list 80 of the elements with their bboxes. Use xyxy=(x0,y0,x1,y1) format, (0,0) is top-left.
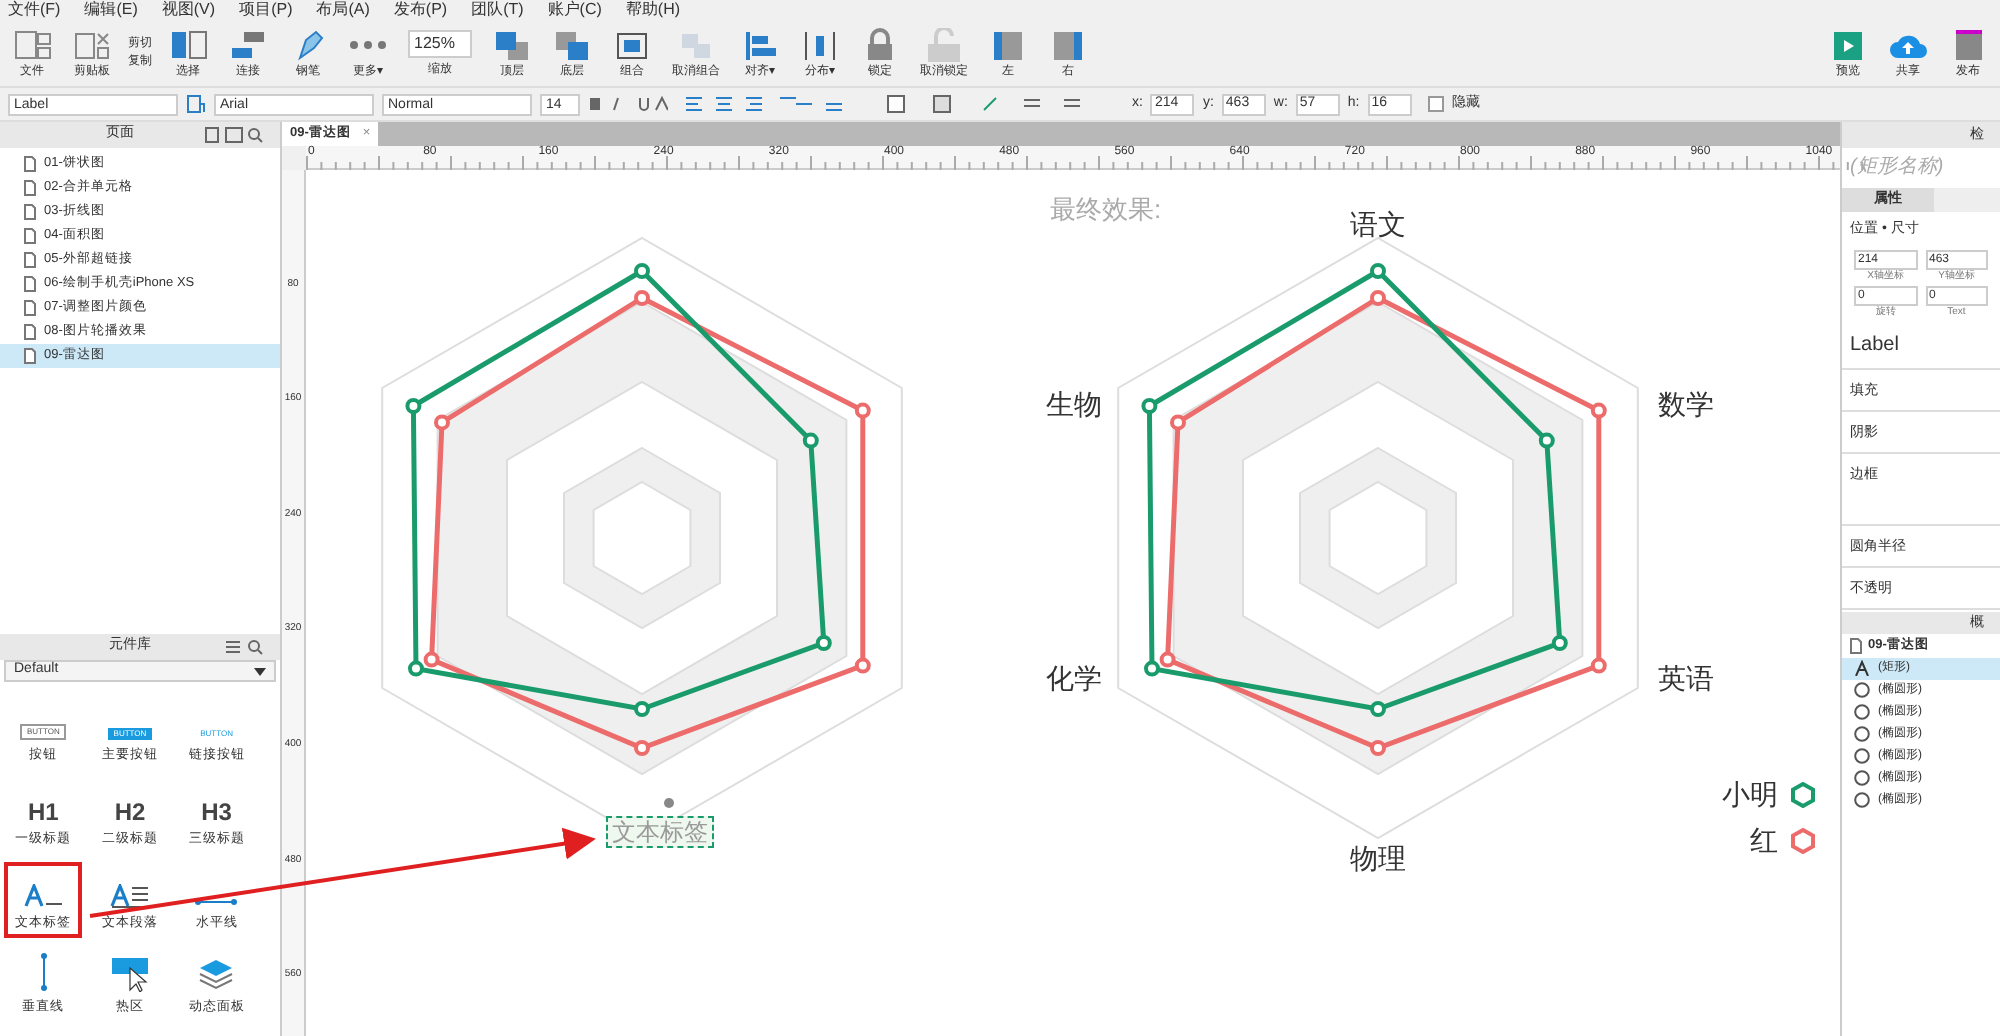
data-point xyxy=(1141,398,1158,414)
page-icon xyxy=(1850,637,1862,653)
heading-preview: H1 xyxy=(27,800,59,825)
circle-icon xyxy=(1854,748,1870,764)
data-point xyxy=(854,657,871,674)
circle-icon xyxy=(1854,792,1870,808)
connector-icon xyxy=(228,27,268,63)
vertical-line-icon xyxy=(37,952,50,993)
caption: 最终效果: xyxy=(1050,192,1162,228)
menu-item[interactable]: 文件(F) xyxy=(8,0,61,20)
hotspot-icon xyxy=(109,956,150,993)
page-actions-icon xyxy=(204,126,264,144)
axis-label: 生物 xyxy=(1046,386,1102,424)
layers-icon xyxy=(196,956,237,993)
legend-label: 红 xyxy=(1750,822,1778,860)
data-point xyxy=(1170,414,1186,431)
clipboard-icon xyxy=(72,27,112,63)
align-left-icon xyxy=(740,27,780,63)
menu-item[interactable]: 编辑(E) xyxy=(84,0,138,20)
heading-preview: H3 xyxy=(201,800,232,825)
menu-item[interactable]: 团队(T) xyxy=(471,0,524,20)
distribute-icon xyxy=(800,27,840,63)
menu-item[interactable]: 视图(V) xyxy=(161,0,216,20)
hidden-checkbox[interactable] xyxy=(1427,96,1444,112)
zoom-field[interactable]: 125% xyxy=(408,29,472,57)
group-icon xyxy=(612,27,652,63)
text-style-icon xyxy=(588,94,668,114)
axis-label: 语文 xyxy=(1350,206,1406,244)
data-point xyxy=(634,740,650,756)
send-back-icon xyxy=(552,27,592,63)
data-point xyxy=(1370,263,1386,279)
rotation-handle-icon xyxy=(662,796,676,810)
data-point xyxy=(434,414,450,431)
menu-item[interactable]: 布局(A) xyxy=(316,0,370,20)
circle-icon xyxy=(1854,704,1870,720)
axis-label: 化学 xyxy=(1046,660,1102,698)
selection-icon xyxy=(168,27,208,63)
horizontal-line-icon xyxy=(194,896,239,909)
data-point xyxy=(815,635,832,651)
text-paragraph-icon xyxy=(107,884,152,909)
axis-label: 数学 xyxy=(1658,386,1714,424)
data-point xyxy=(634,263,650,279)
data-point xyxy=(1370,701,1386,717)
text-label-icon xyxy=(21,884,66,909)
menu-icon xyxy=(224,638,264,656)
data-point xyxy=(1590,402,1607,419)
caret-icon xyxy=(254,667,266,675)
data-point xyxy=(1370,290,1386,306)
data-point xyxy=(802,432,819,449)
circle-icon xyxy=(1854,726,1870,742)
data-point xyxy=(423,651,440,668)
menu-item[interactable]: 帮助(H) xyxy=(625,0,681,20)
document-icon xyxy=(12,27,52,63)
axis-label: 英语 xyxy=(1658,660,1714,698)
data-point xyxy=(1538,432,1555,449)
axis-label: 物理 xyxy=(1350,840,1406,878)
menu-item[interactable]: 项目(P) xyxy=(239,0,293,20)
circle-icon xyxy=(1854,682,1870,698)
text-icon xyxy=(1854,660,1870,676)
right-pane-icon xyxy=(1048,27,1088,63)
data-point xyxy=(1551,635,1568,651)
data-point xyxy=(1370,740,1386,756)
left-pane-icon xyxy=(988,27,1028,63)
data-point xyxy=(854,402,871,419)
play-icon xyxy=(1828,27,1868,63)
unlock-icon xyxy=(924,27,964,63)
data-point xyxy=(1159,651,1176,668)
data-point xyxy=(634,701,650,717)
heading-preview: H2 xyxy=(114,800,146,825)
circle-icon xyxy=(1854,770,1870,786)
legend-label: 小明 xyxy=(1722,776,1778,814)
format-painter-icon xyxy=(186,94,206,114)
bring-front-icon xyxy=(492,27,532,63)
menu-item[interactable]: 发布(P) xyxy=(393,0,448,20)
menu-item[interactable]: 账户(C) xyxy=(547,0,602,20)
data-point xyxy=(1590,657,1607,674)
dots-icon xyxy=(348,40,388,50)
style-name: Label xyxy=(1842,321,2000,369)
data-point xyxy=(405,398,422,414)
data-point xyxy=(634,290,650,306)
